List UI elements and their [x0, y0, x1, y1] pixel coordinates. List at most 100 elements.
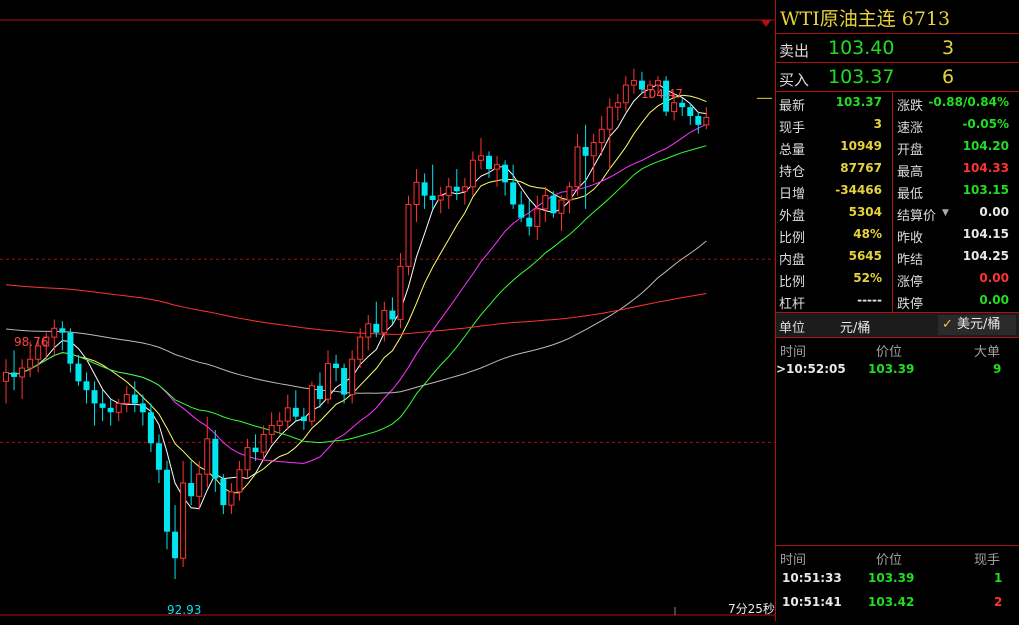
candle-body	[373, 323, 380, 333]
candle-body	[131, 394, 138, 404]
candle-body	[381, 310, 388, 334]
candle-body	[75, 363, 82, 382]
candle-body	[123, 394, 130, 404]
candle-body	[582, 146, 589, 156]
candle-body	[115, 402, 122, 413]
candle-body	[107, 407, 114, 413]
bigorder-row[interactable]: >10:52:05 103.39 9	[776, 362, 1019, 380]
candle-body	[477, 155, 484, 161]
candle-body	[139, 403, 146, 413]
candle-body	[695, 116, 702, 125]
stat-label: 日增	[779, 187, 806, 202]
candle-body	[300, 416, 307, 422]
candle-body	[614, 102, 621, 108]
stats-row: 现手 3 速涨 -0.05%	[776, 114, 1019, 136]
candle-body	[502, 164, 509, 183]
stat-label: 最新	[779, 99, 806, 114]
tick-price: 103.39	[868, 571, 915, 585]
instrument-title: WTI原油主连 6713	[780, 8, 951, 30]
candle-body	[365, 323, 372, 338]
candle-body	[566, 186, 573, 201]
ticks-header-qty: 现手	[974, 553, 1001, 568]
sell-qty: 3	[942, 37, 955, 59]
candle-body	[703, 116, 710, 126]
buy-label: 买入	[779, 71, 810, 89]
stat-value: 103.37	[835, 95, 882, 109]
stats-divider	[892, 91, 893, 312]
stat-label: 杠杆	[779, 297, 806, 312]
stat-value: 0.00	[979, 271, 1009, 285]
tick-qty: 1	[994, 571, 1003, 585]
stats-row: 持仓 87767 最高 104.33	[776, 158, 1019, 180]
buy-qty: 6	[942, 66, 955, 88]
candle-body	[19, 367, 26, 378]
candle-body	[180, 482, 187, 559]
tick-row[interactable]: 10:51:41 103.42 2	[776, 595, 1019, 613]
bigorder-qty: 9	[993, 362, 1002, 376]
candle-body	[244, 447, 251, 471]
stat-value: 104.25	[962, 249, 1009, 263]
candle-body	[630, 80, 637, 86]
low-price-label: 92.93	[167, 603, 201, 617]
tick-row[interactable]: 10:51:33 103.39 1	[776, 571, 1019, 589]
candle-body	[212, 438, 219, 479]
bigorder-price: 103.39	[868, 362, 915, 376]
stat-label: 现手	[779, 121, 806, 136]
candle-body	[292, 407, 299, 417]
stat-value: 3	[873, 117, 882, 131]
bigorder-header: 时间 价位 大单	[776, 341, 1019, 360]
divider	[776, 545, 1019, 546]
candle-body	[405, 203, 412, 267]
high-price-label: 104.47	[641, 87, 683, 101]
unit-option-yuan[interactable]: 元/桶	[840, 317, 870, 336]
sell-price[interactable]: 103.40	[828, 37, 894, 59]
candle-body	[155, 443, 162, 470]
kline-chart[interactable]: 104.47 98.76 92.93 7分25秒	[0, 0, 775, 621]
candle-body	[147, 412, 154, 444]
dropdown-arrow-icon[interactable]: ▼	[942, 208, 949, 218]
left-high-price-label: 98.76	[14, 335, 48, 349]
ticks-header-price: 价位	[876, 553, 903, 568]
candle-body	[469, 159, 476, 188]
candle-body	[188, 483, 195, 497]
unit-option-usd[interactable]: ✓ 美元/桶	[938, 315, 1016, 335]
candle-body	[236, 469, 243, 493]
candle-body	[413, 181, 420, 205]
candle-body	[3, 371, 9, 382]
candle-body	[453, 186, 460, 192]
quote-panel: WTI原油主连 6713 卖出 103.40 3 买入 103.37 6 最新 1…	[775, 0, 1019, 621]
stat-label: 比例	[779, 231, 806, 246]
candle-body	[655, 80, 662, 86]
candle-body	[308, 385, 315, 422]
stats-row: 内盘 5645 昨结 104.25	[776, 246, 1019, 268]
ticks-header: 时间 价位 现手	[776, 549, 1019, 568]
candle-body	[542, 195, 549, 210]
buy-price[interactable]: 103.37	[828, 66, 894, 88]
candle-body	[574, 146, 581, 188]
candle-body	[357, 336, 364, 360]
stat-label: 涨跌	[897, 99, 924, 114]
sell-label: 卖出	[779, 42, 810, 60]
check-icon: ✓	[942, 317, 953, 332]
stat-value: 5645	[848, 249, 882, 263]
stat-value: 104.33	[962, 161, 1009, 175]
candle-body	[91, 390, 98, 404]
stats-row: 日增 -34466 最低 103.15	[776, 180, 1019, 202]
candle-body	[204, 438, 211, 475]
stat-label: 昨收	[897, 231, 924, 246]
candle-body	[172, 531, 179, 559]
candle-body	[220, 478, 227, 506]
candle-body	[252, 447, 259, 453]
stat-label: 涨停	[897, 275, 924, 290]
bigorder-header-qty: 大单	[974, 345, 1001, 360]
stat-label: 外盘	[779, 209, 806, 224]
stats-row: 外盘 5304 结算价 0.00 ▼	[776, 202, 1019, 224]
candle-body	[316, 385, 323, 400]
kline-chart-svg[interactable]: 104.47 98.76 92.93 7分25秒	[0, 0, 775, 621]
candle-body	[27, 358, 34, 369]
stat-value: 0.00	[979, 205, 1009, 219]
stat-label: 速涨	[897, 121, 924, 136]
stat-label: 昨结	[897, 253, 924, 268]
divider	[776, 62, 1019, 63]
tick-qty: 2	[994, 595, 1003, 609]
